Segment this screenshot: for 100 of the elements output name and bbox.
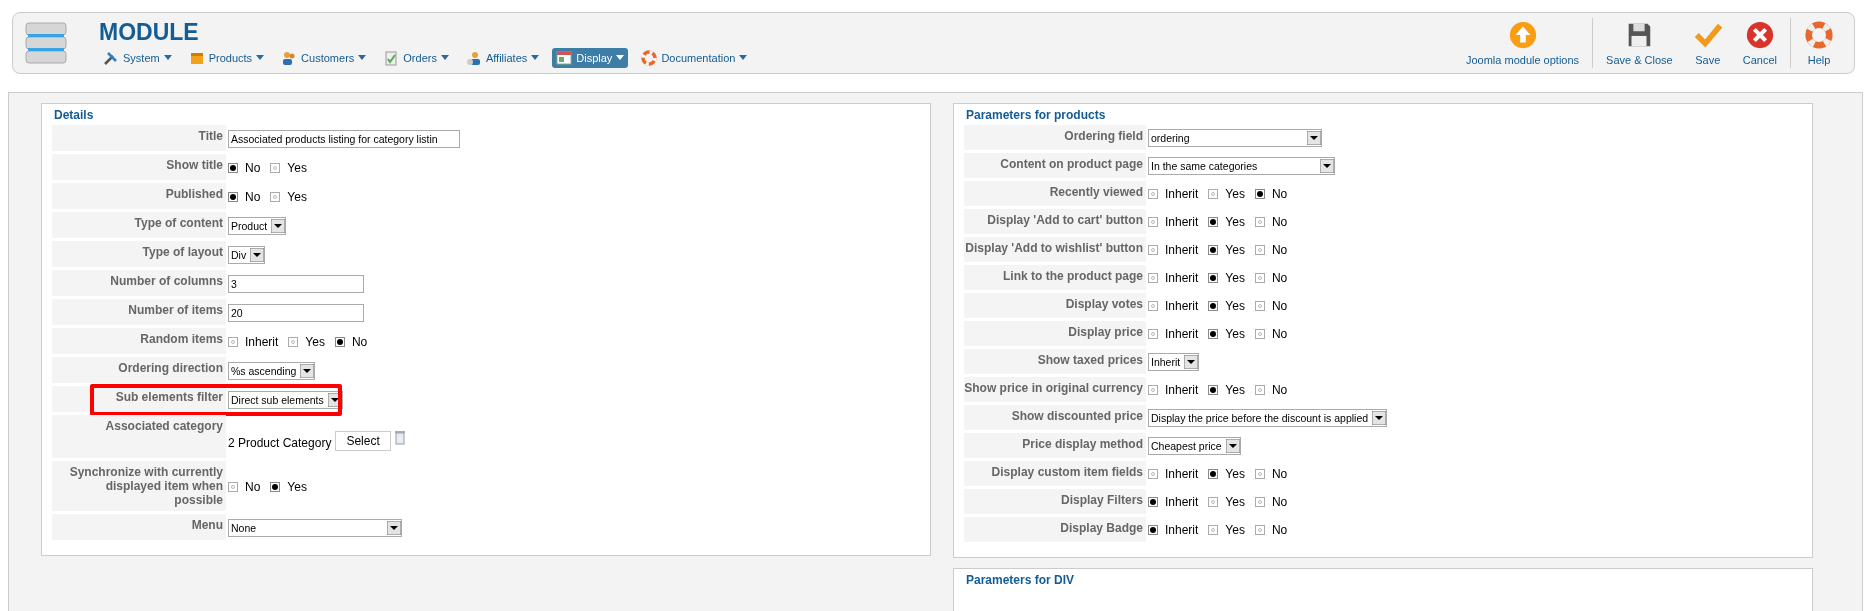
save-button[interactable]: Save [1682,18,1733,68]
radio-button[interactable] [270,481,281,492]
radio-button[interactable] [1254,469,1265,479]
radio-button[interactable] [1254,329,1265,339]
menu-item[interactable]: System [99,47,176,68]
radio-button[interactable] [1254,217,1265,227]
menu-item[interactable]: Documentation [637,47,752,68]
radio-button[interactable] [1208,273,1219,283]
radio-button[interactable] [1254,301,1265,311]
radio-button[interactable] [1148,245,1158,255]
radio-button[interactable] [1254,245,1265,255]
radio-button[interactable] [1208,525,1219,535]
field-label: Menu [52,514,226,541]
field-label: Show taxed prices [964,349,1146,375]
dropdown[interactable]: Inherit [1148,353,1200,371]
text-field[interactable]: 20 [228,303,364,322]
panel-heading: Parameters for products [965,108,1107,123]
dropdown[interactable]: Direct sub elements [228,390,343,409]
radio-button[interactable] [1254,189,1265,199]
radio-button[interactable] [1148,301,1158,311]
dropdown-arrow-icon [300,363,315,378]
radio-label: No [1271,299,1288,313]
radio-label: No [1271,327,1288,341]
radio-label: No [245,479,261,494]
field-label: Title [52,125,226,152]
trash-icon[interactable] [394,431,405,445]
radio-label: Inherit [1165,215,1199,229]
radio-button[interactable] [1208,189,1219,199]
radio-button[interactable] [1254,525,1265,535]
radio-button[interactable] [1148,469,1158,479]
radio-button[interactable] [228,162,238,173]
text-field[interactable]: Associated products listing for category listin [228,129,460,148]
radio-label: Yes [1225,299,1245,313]
radio-button[interactable] [1148,497,1158,507]
radio-button[interactable] [228,336,238,347]
menu-item[interactable]: Products [184,47,269,68]
radio-label: Inherit [1165,187,1199,201]
field-label: Display Filters [964,489,1146,515]
radio-button[interactable] [228,481,238,492]
radio-button[interactable] [1208,497,1219,507]
radio-button[interactable] [1208,217,1219,227]
menu-item[interactable]: Affiliates [461,47,544,68]
caret-icon [256,55,265,60]
text-field[interactable]: 3 [228,274,364,293]
radio-label: Yes [1225,383,1245,397]
dropdown[interactable]: None [228,518,402,537]
module-options-button[interactable]: Joomla module options [1455,18,1590,68]
menu-item[interactable]: Display [552,47,629,68]
cancel-button[interactable]: Cancel [1732,18,1787,68]
radio-button[interactable] [228,191,238,202]
radio-button[interactable] [1254,385,1265,395]
field-label: Show price in original currency [964,377,1146,403]
radio-label: No [1271,383,1288,397]
radio-label: Yes [1225,523,1245,537]
radio-button[interactable] [1148,525,1158,535]
radio-button[interactable] [270,191,281,202]
menu-item[interactable]: Customers [277,47,371,68]
caret-icon [739,55,748,60]
radio-label: No [1271,187,1288,201]
dropdown-arrow-icon [271,218,286,233]
radio-label: Yes [1225,271,1245,285]
radio-button[interactable] [1208,469,1219,479]
radio-button[interactable] [1208,329,1219,339]
dropdown[interactable]: Div [228,245,266,264]
save-close-button[interactable]: Save & Close [1596,18,1683,68]
radio-button[interactable] [1148,189,1158,199]
radio-label: Inherit [1165,523,1199,537]
help-button[interactable]: Help [1794,18,1844,68]
radio-button[interactable] [334,336,345,347]
dropdown[interactable]: In the same categories [1148,157,1335,175]
caret-icon [531,55,540,60]
field-label: Content on product page [964,153,1146,179]
radio-label: Inherit [1165,271,1199,285]
field-label: Number of columns [52,270,226,297]
radio-label: Yes [305,334,325,349]
radio-button[interactable] [270,162,281,173]
field-label: Price display method [964,433,1146,459]
radio-button[interactable] [288,336,299,347]
radio-button[interactable] [1208,301,1219,311]
radio-button[interactable] [1148,385,1158,395]
field-label: Type of content [52,212,226,239]
field-label: Display votes [964,293,1146,319]
dropdown[interactable]: Cheapest price [1148,437,1241,455]
dropdown[interactable]: Display the price before the discount is applied [1148,409,1388,427]
field-label: Random items [52,328,226,355]
dropdown[interactable]: Product [228,216,287,235]
menu-item[interactable]: Orders [379,47,453,68]
lifebuoy-icon [641,49,658,66]
radio-button[interactable] [1148,217,1158,227]
radio-button[interactable] [1254,497,1265,507]
dropdown[interactable]: %s ascending [228,361,316,380]
select-button[interactable]: Select [335,431,391,451]
radio-label: Yes [1225,495,1245,509]
radio-button[interactable] [1254,273,1265,283]
radio-button[interactable] [1208,245,1219,255]
radio-button[interactable] [1148,273,1158,283]
radio-button[interactable] [1148,329,1158,339]
radio-button[interactable] [1208,385,1219,395]
dropdown[interactable]: ordering [1148,129,1322,147]
dropdown-arrow-icon [1320,159,1334,173]
